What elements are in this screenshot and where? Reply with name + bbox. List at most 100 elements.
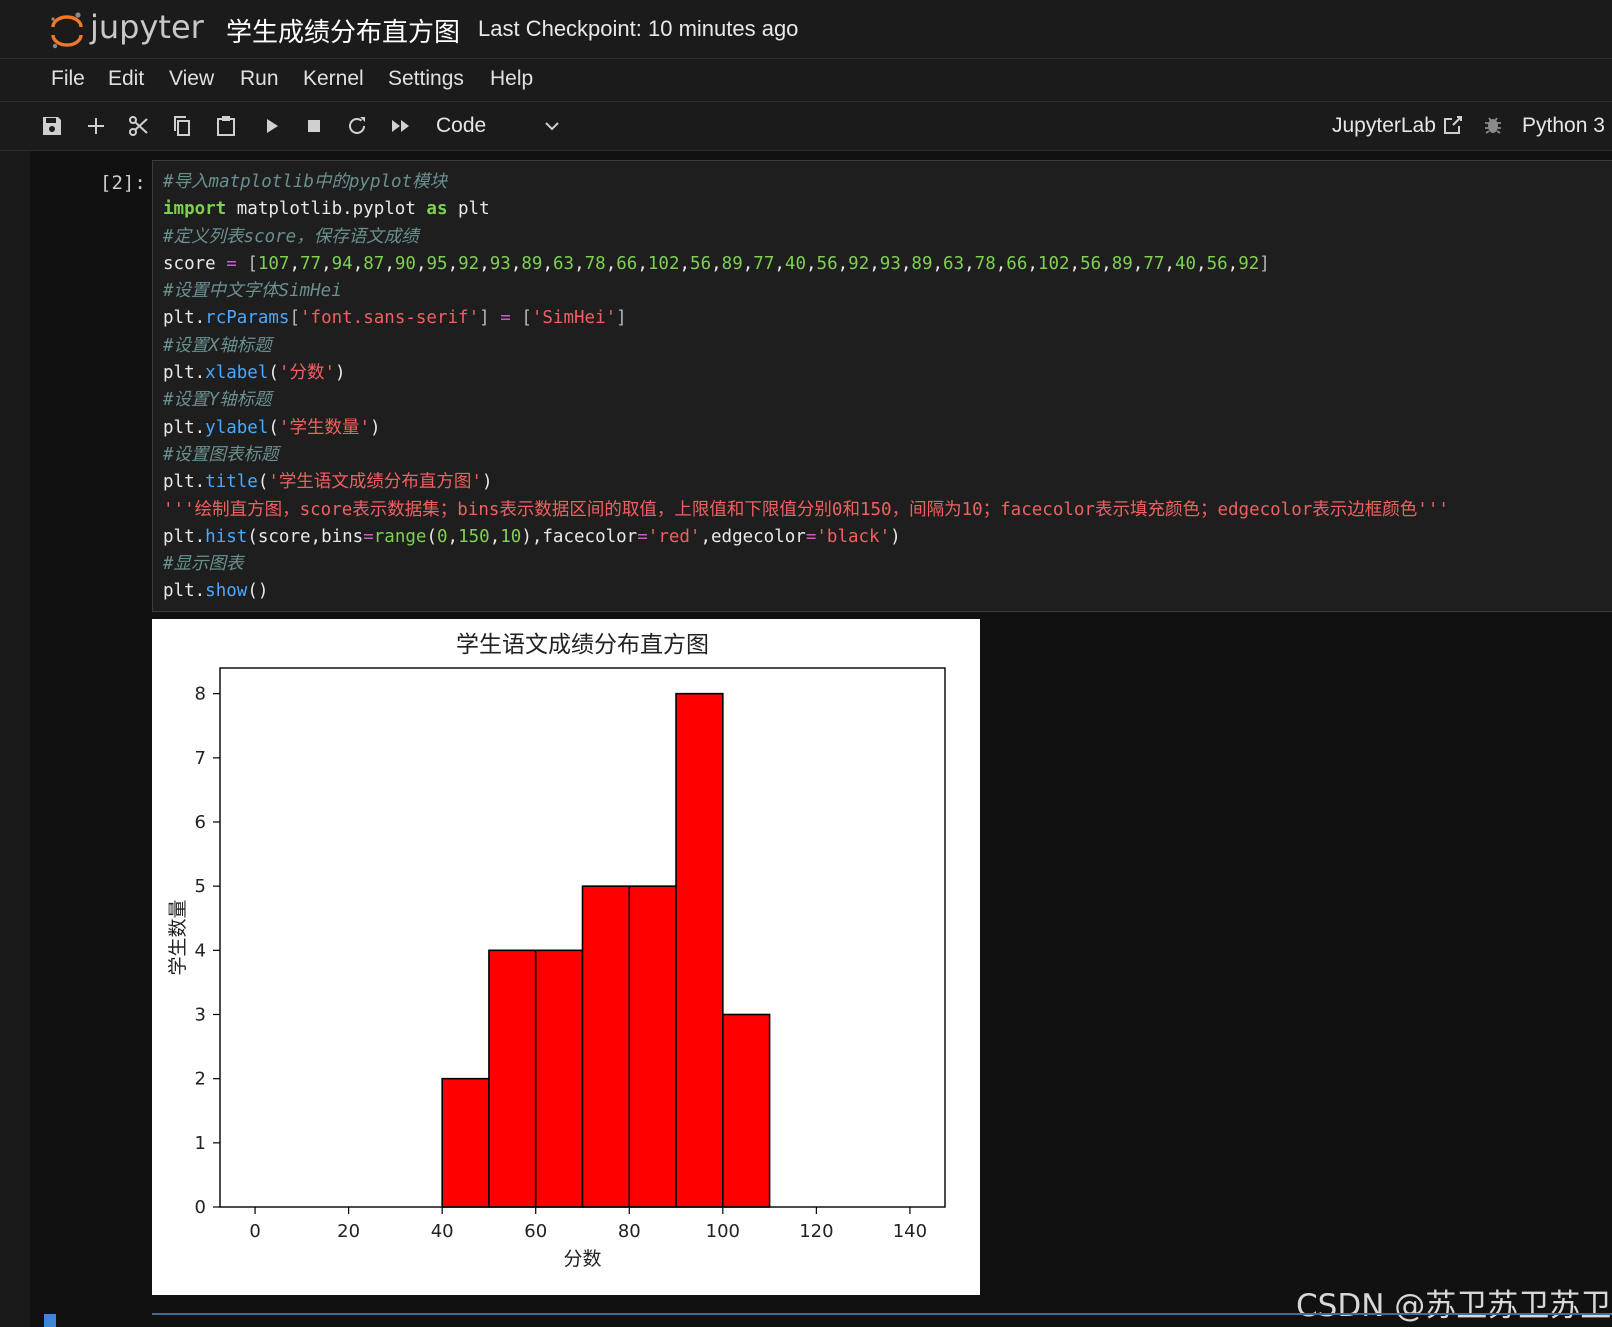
code-token: as <box>426 199 448 220</box>
jupyter-brand[interactable]: jupyter <box>90 8 204 46</box>
code-token: 102 <box>1037 253 1070 274</box>
code-cell-editor[interactable]: #导入matplotlib中的pyplot模块 import matplotlib… <box>152 160 1612 612</box>
x-axis-label: 分数 <box>563 1248 601 1270</box>
y-tick-label: 0 <box>195 1197 206 1218</box>
chevron-down-icon <box>542 116 562 136</box>
code-token: ] <box>616 308 627 329</box>
histogram-bar <box>534 949 584 1208</box>
menu-file[interactable]: File <box>51 67 85 91</box>
code-token: = <box>637 526 648 547</box>
menu-edit[interactable]: Edit <box>108 67 144 91</box>
open-jupyterlab-link[interactable]: JupyterLab <box>1332 114 1436 138</box>
code-token: 40 <box>784 253 806 274</box>
code-token: plt. <box>163 581 206 602</box>
save-icon[interactable] <box>40 114 64 138</box>
code-token: 89 <box>911 253 933 274</box>
menu-help[interactable]: Help <box>490 67 533 91</box>
code-token: , <box>415 253 427 274</box>
menu-bar: File Edit View Run Kernel Settings Help <box>0 59 1612 102</box>
code-token: plt. <box>163 526 206 547</box>
notebook-title[interactable]: 学生成绩分布直方图 <box>226 12 460 49</box>
restart-icon[interactable] <box>345 114 369 138</box>
run-icon[interactable] <box>260 114 284 138</box>
code-token: , <box>742 253 754 274</box>
y-tick-label: 7 <box>195 748 206 769</box>
code-line: score = [107,77,94,87,90,95,92,93,89,63,… <box>163 251 1449 278</box>
notebook-toolbar: Code JupyterLab Python 3 <box>0 102 1612 151</box>
cell-type-dropdown[interactable]: Code <box>436 110 566 142</box>
code-token: ( <box>268 417 279 438</box>
code-token: , <box>542 253 554 274</box>
code-line: #导入matplotlib中的pyplot模块 <box>163 169 1449 196</box>
y-tick-label: 3 <box>195 1005 206 1026</box>
code-token: matplotlib.pyplot <box>226 199 427 220</box>
menu-view[interactable]: View <box>169 67 214 91</box>
code-token: ) <box>481 472 493 493</box>
cell-output: 0 20 40 60 80 100 120 140 0 1 2 3 4 5 6 7 8 学生语文成绩分布直方图 分数… <box>152 619 980 1295</box>
y-tick-label: 6 <box>195 812 206 833</box>
copy-icon[interactable] <box>170 114 194 138</box>
histogram-bar <box>488 949 537 1208</box>
x-tick-label: 120 <box>799 1221 833 1242</box>
code-token: #导入matplotlib中的pyplot模块 <box>163 172 448 192</box>
code-token: ,edgecolor <box>700 526 806 547</box>
code-token: 63 <box>553 253 575 274</box>
code-token: ylabel <box>205 417 269 438</box>
debugger-bug-icon[interactable] <box>1482 114 1504 136</box>
code-token: ) <box>370 417 381 438</box>
code-token: , <box>605 253 617 274</box>
x-tick-label: 20 <box>337 1221 360 1242</box>
code-token: 93 <box>489 253 511 274</box>
histogram-bar <box>581 885 631 1208</box>
y-tick-label: 8 <box>195 684 206 705</box>
code-token: = <box>500 308 511 329</box>
menu-run[interactable]: Run <box>240 67 279 91</box>
code-token: 107 <box>257 253 290 274</box>
paste-icon[interactable] <box>214 114 238 138</box>
code-token: plt. <box>163 472 206 493</box>
code-token: , <box>995 253 1007 274</box>
fast-forward-icon[interactable] <box>389 114 413 138</box>
code-token: 102 <box>647 253 680 274</box>
last-checkpoint: Last Checkpoint: 10 minutes ago <box>478 16 799 41</box>
code-token: 'SimHei' <box>531 308 617 329</box>
y-tick-label: 2 <box>195 1069 206 1090</box>
code-token: 77 <box>1143 253 1165 274</box>
code-token: , <box>510 253 522 274</box>
code-token: , <box>774 253 785 274</box>
code-token: #设置X轴标题 <box>163 335 272 356</box>
menu-settings[interactable]: Settings <box>388 67 464 91</box>
code-token: ),facecolor <box>521 526 638 547</box>
code-token: , <box>869 253 880 274</box>
code-token: 78 <box>974 253 996 274</box>
code-token: , <box>711 253 722 274</box>
code-token: 56 <box>1206 253 1228 274</box>
jupyter-logo-icon[interactable] <box>48 10 86 50</box>
code-line: plt.hist(score,bins=range(0,150,10),face… <box>163 524 1449 551</box>
kernel-name[interactable]: Python 3 <box>1522 114 1605 138</box>
code-token: , <box>964 253 975 274</box>
y-axis-label: 学生数量 <box>167 899 189 975</box>
code-token: score <box>163 253 227 274</box>
next-cell[interactable] <box>152 1313 1612 1327</box>
code-token: import <box>163 199 227 220</box>
code-token: ( <box>257 472 269 493</box>
y-tick-label: 4 <box>195 940 206 961</box>
code-token: , <box>900 253 912 274</box>
code-token: ( <box>426 526 437 547</box>
code-token: , <box>1132 253 1144 274</box>
menu-kernel[interactable]: Kernel <box>303 67 364 91</box>
chart-title: 学生语文成绩分布直方图 <box>456 632 709 658</box>
code-token: (score,bins <box>247 526 364 547</box>
stop-icon[interactable] <box>302 114 326 138</box>
add-cell-icon[interactable] <box>84 114 108 138</box>
cell-type-value: Code <box>436 114 487 137</box>
code-token: 89 <box>1111 253 1133 274</box>
x-tick-label: 100 <box>706 1221 740 1242</box>
external-link-icon[interactable] <box>1442 114 1464 136</box>
cut-icon[interactable] <box>127 114 151 138</box>
code-token: range <box>373 526 427 547</box>
y-tick-label: 5 <box>195 876 206 897</box>
